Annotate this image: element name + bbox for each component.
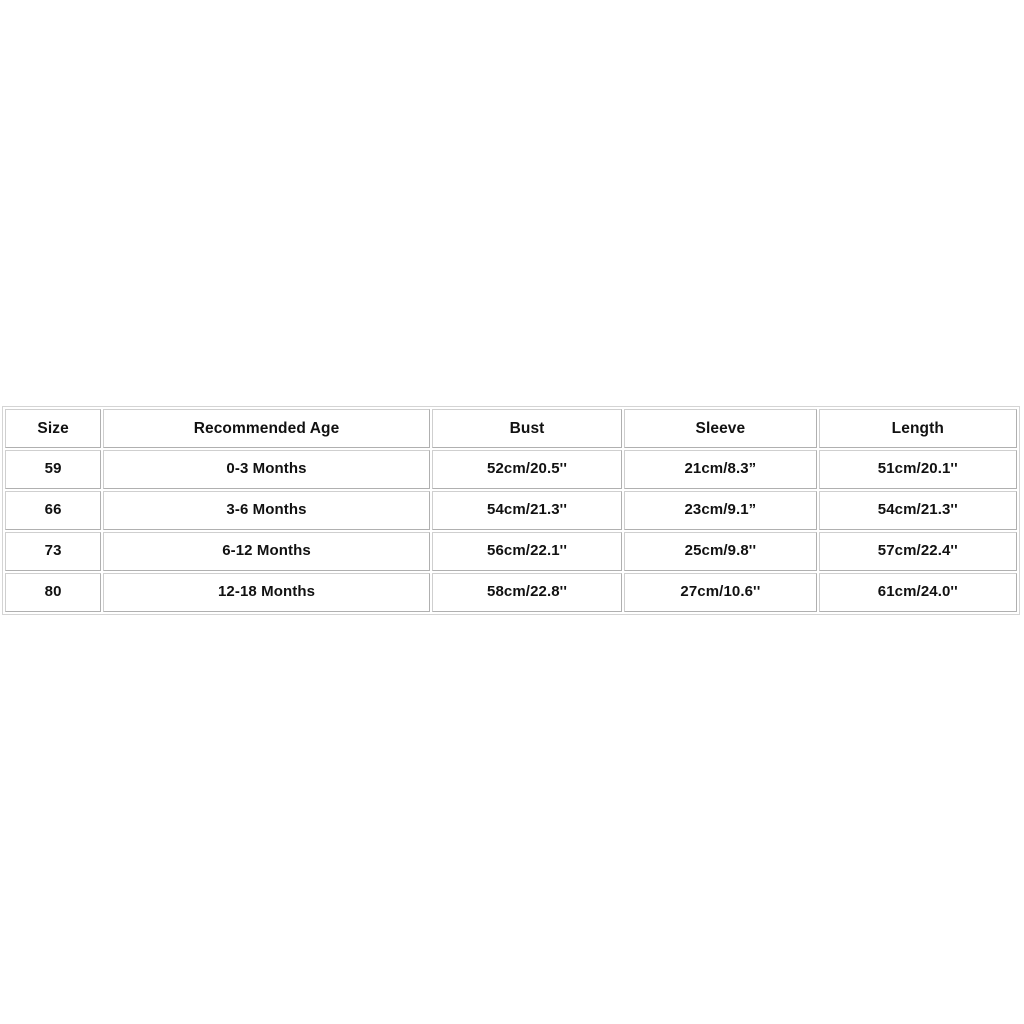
cell-bust: 58cm/22.8'' [431, 573, 623, 612]
table-row: 73 6-12 Months 56cm/22.1'' 25cm/9.8'' 57… [5, 532, 1017, 571]
cell-size: 73 [5, 532, 102, 571]
cell-length: 57cm/22.4'' [818, 532, 1017, 571]
cell-sleeve: 21cm/8.3” [624, 450, 817, 489]
cell-age: 12-18 Months [103, 573, 430, 612]
cell-length: 51cm/20.1'' [818, 450, 1017, 489]
cell-sleeve: 23cm/9.1” [624, 491, 817, 530]
page-canvas: Size Recommended Age Bust Sleeve Length … [0, 0, 1024, 1024]
column-header-age: Recommended Age [103, 409, 430, 448]
cell-age: 3-6 Months [103, 491, 430, 530]
column-header-bust: Bust [431, 409, 623, 448]
cell-size: 59 [5, 450, 102, 489]
cell-age: 6-12 Months [103, 532, 430, 571]
cell-bust: 54cm/21.3'' [431, 491, 623, 530]
cell-length: 61cm/24.0'' [818, 573, 1017, 612]
column-header-sleeve: Sleeve [624, 409, 817, 448]
column-header-length: Length [818, 409, 1017, 448]
cell-size: 80 [5, 573, 102, 612]
cell-bust: 56cm/22.1'' [431, 532, 623, 571]
table-row: 59 0-3 Months 52cm/20.5'' 21cm/8.3” 51cm… [5, 450, 1017, 489]
cell-sleeve: 27cm/10.6'' [624, 573, 817, 612]
cell-size: 66 [5, 491, 102, 530]
cell-bust: 52cm/20.5'' [431, 450, 623, 489]
size-chart-body: Size Recommended Age Bust Sleeve Length … [5, 409, 1017, 612]
size-chart-table: Size Recommended Age Bust Sleeve Length … [2, 406, 1020, 615]
column-header-size: Size [5, 409, 102, 448]
cell-length: 54cm/21.3'' [818, 491, 1017, 530]
table-header-row: Size Recommended Age Bust Sleeve Length [5, 409, 1017, 448]
cell-sleeve: 25cm/9.8'' [624, 532, 817, 571]
cell-age: 0-3 Months [103, 450, 430, 489]
table-row: 80 12-18 Months 58cm/22.8'' 27cm/10.6'' … [5, 573, 1017, 612]
table-row: 66 3-6 Months 54cm/21.3'' 23cm/9.1” 54cm… [5, 491, 1017, 530]
size-chart-container: Size Recommended Age Bust Sleeve Length … [2, 406, 1020, 615]
